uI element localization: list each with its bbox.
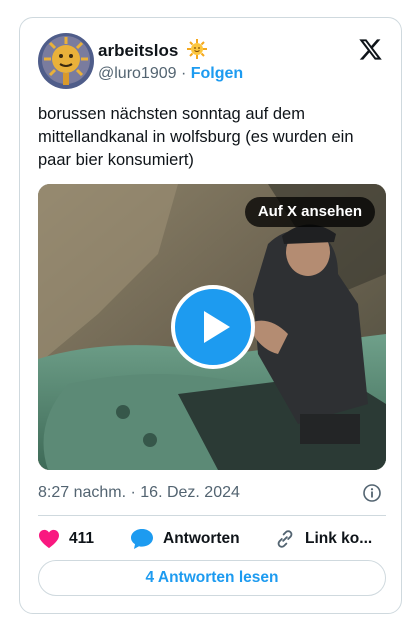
reply-bubble-icon <box>131 529 153 549</box>
divider <box>38 515 386 516</box>
follow-button[interactable]: Folgen <box>191 65 243 82</box>
like-button[interactable]: 411 <box>38 524 94 554</box>
heart-icon <box>39 529 59 549</box>
view-on-x-button[interactable]: Auf X ansehen <box>244 197 375 227</box>
link-icon <box>277 530 293 548</box>
copy-link-label: Link ko... <box>305 530 373 547</box>
post-text: borussen nächsten sonntag auf dem mittel… <box>38 105 354 169</box>
video-thumbnail[interactable]: Auf X ansehen <box>38 184 386 470</box>
embedded-post-card: arbeitslos @luro1909 · Folgen borussen n… <box>19 17 402 614</box>
read-replies-button[interactable]: 4 Antworten lesen <box>38 560 386 596</box>
author-name[interactable]: arbeitslos <box>98 41 178 60</box>
play-icon <box>204 311 230 343</box>
avatar[interactable] <box>38 33 94 89</box>
play-button[interactable] <box>171 285 255 369</box>
sun-emoji-icon <box>187 39 208 64</box>
x-logo-icon[interactable] <box>358 37 383 62</box>
separator-dot: · <box>180 65 187 82</box>
action-bar: 411 Antworten Link ko... <box>38 524 386 554</box>
like-count: 411 <box>69 530 95 547</box>
timestamp-row: 8:27 nachm. · 16. Dez. 2024 <box>38 481 386 505</box>
reply-label: Antworten <box>163 530 240 547</box>
copy-link-button[interactable]: Link ko... <box>274 524 372 554</box>
reply-button[interactable]: Antworten <box>130 524 240 554</box>
author-handle-row: @luro1909 · Folgen <box>98 65 243 83</box>
author-handle[interactable]: @luro1909 <box>98 65 177 82</box>
info-icon[interactable] <box>362 483 382 503</box>
author-name-row[interactable]: arbeitslos <box>98 39 208 64</box>
post-timestamp[interactable]: 8:27 nachm. · 16. Dez. 2024 <box>38 484 240 501</box>
